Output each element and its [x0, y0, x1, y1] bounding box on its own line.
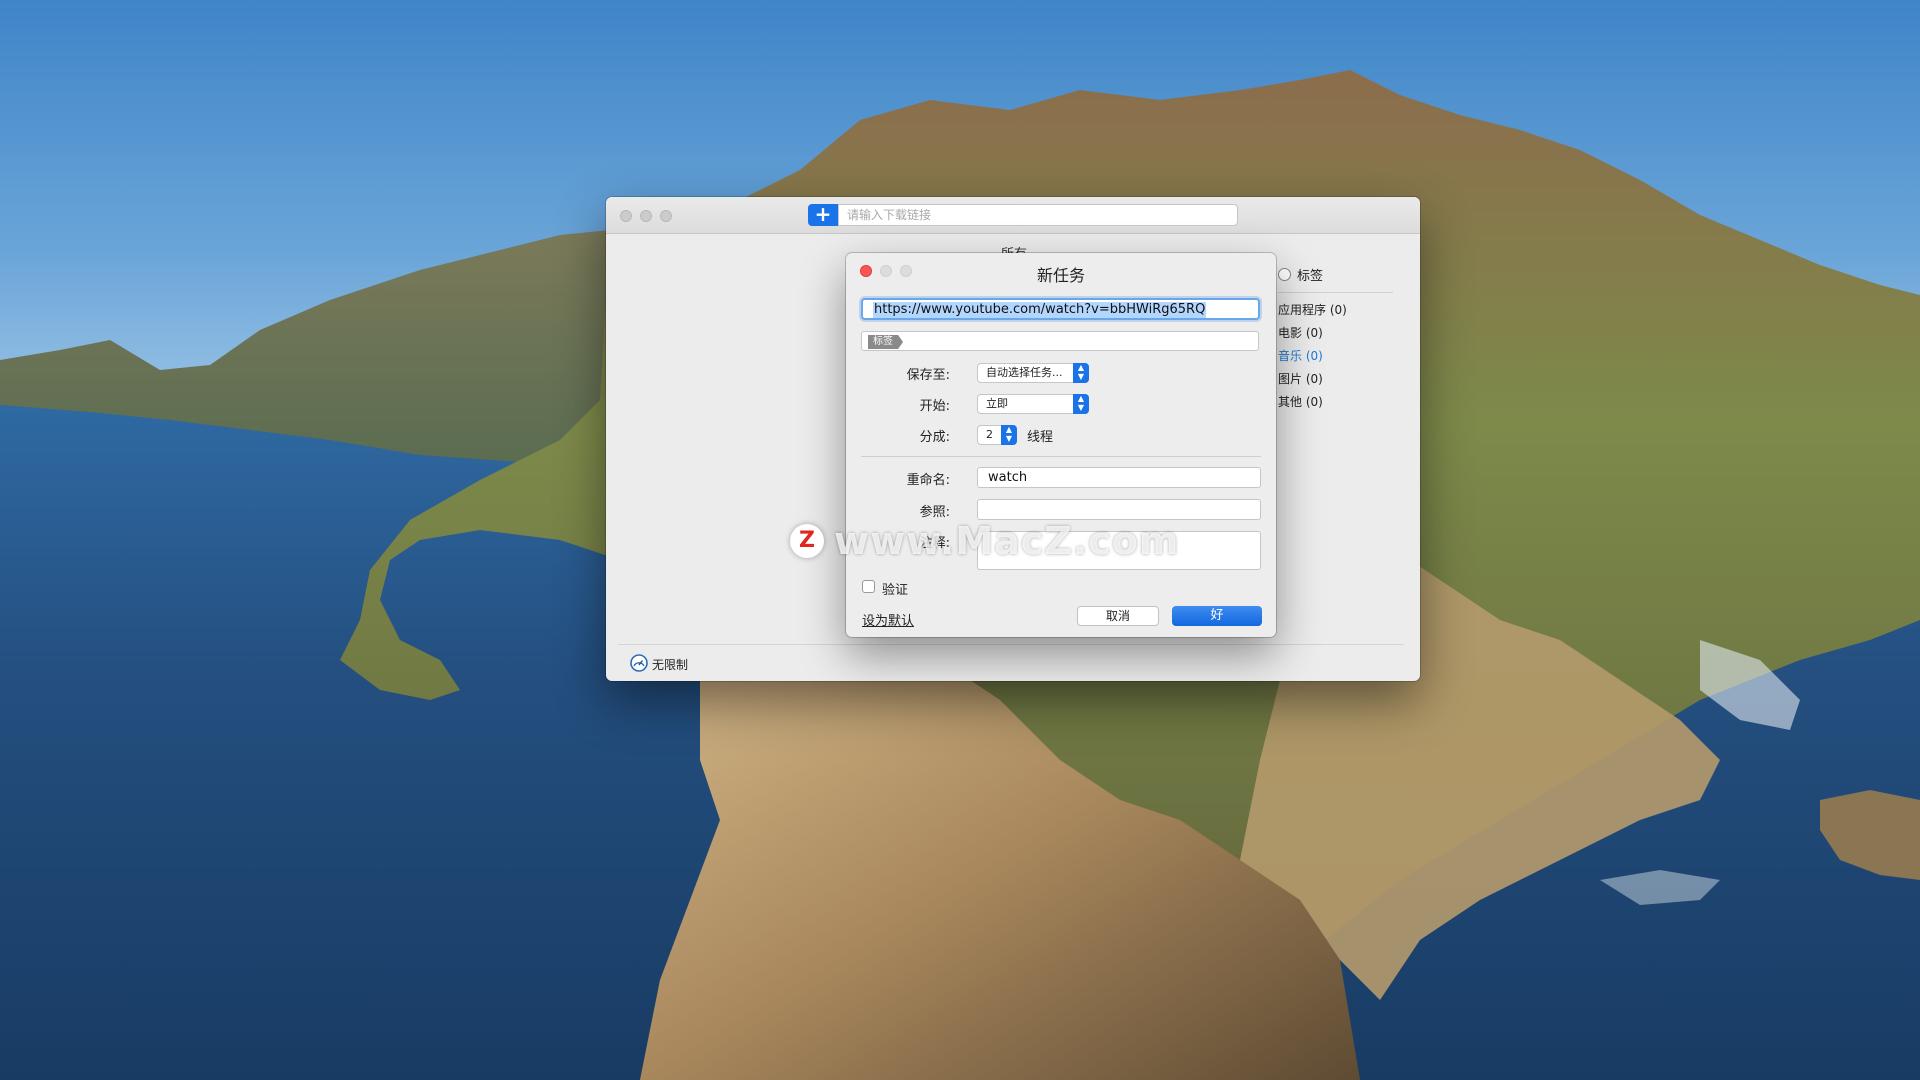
speedometer-icon[interactable] [630, 654, 648, 672]
dialog-titlebar: 新任务 [846, 253, 1276, 289]
minimize-window-icon[interactable] [640, 210, 652, 222]
radio-icon[interactable] [1278, 268, 1291, 281]
tag-chip[interactable]: 标签 [868, 335, 903, 349]
cancel-button[interactable]: 取消 [1077, 606, 1159, 626]
close-window-icon[interactable] [620, 210, 632, 222]
task-url-input[interactable]: https://www.youtube.com/watch?v=bbHWiRg6… [861, 298, 1260, 320]
main-footer: 无限制 [618, 644, 1404, 681]
segments-label: 分成: [919, 430, 950, 445]
plus-icon: + [814, 202, 832, 226]
segments-value: 2 [986, 428, 993, 441]
rename-label: 重命名: [906, 473, 950, 488]
updown-chevron-icon[interactable]: ▲ ▼ [1073, 394, 1089, 414]
speed-limit-label[interactable]: 无限制 [652, 656, 688, 673]
main-titlebar: + 请输入下载链接 [606, 197, 1420, 234]
updown-chevron-icon[interactable]: ▲ ▼ [1073, 363, 1089, 383]
category-header-label: 标签 [1297, 269, 1324, 284]
ok-button[interactable]: 好 [1172, 606, 1262, 626]
category-item-music[interactable]: 音乐 (0) [1278, 345, 1408, 368]
category-panel: 标签 应用程序 (0) 电影 (0) 音乐 (0) 图片 (0) 其他 (0) [1278, 265, 1408, 414]
threads-label: 线程 [1027, 430, 1054, 445]
start-label: 开始: [919, 399, 950, 414]
verify-label[interactable]: 验证 [882, 579, 908, 598]
dialog-title: 新任务 [1036, 266, 1085, 285]
referer-label: 参照: [919, 505, 950, 520]
verify-checkbox[interactable] [862, 580, 875, 593]
category-item-movies[interactable]: 电影 (0) [1278, 322, 1408, 345]
save-to-label: 保存至: [906, 368, 950, 383]
referer-input[interactable] [977, 499, 1261, 520]
set-default-link[interactable]: 设为默认 [862, 610, 914, 629]
watermark-text: www.MacZ.com [834, 519, 1180, 563]
tag-input[interactable]: 标签 [861, 331, 1259, 351]
updown-chevron-icon[interactable]: ▲ ▼ [1001, 425, 1017, 445]
category-header[interactable]: 标签 [1278, 265, 1408, 284]
watermark: Z www.MacZ.com [790, 519, 1180, 563]
add-download-button[interactable]: + [808, 204, 838, 226]
task-url-value: https://www.youtube.com/watch?v=bbHWiRg6… [873, 302, 1207, 318]
start-value: 立即 [986, 397, 1008, 410]
save-to-select[interactable]: 自动选择任务... ▲ ▼ [977, 363, 1089, 383]
save-to-value: 自动选择任务... [986, 366, 1063, 379]
zoom-window-icon[interactable] [660, 210, 672, 222]
category-divider [1278, 292, 1393, 293]
new-task-dialog: 新任务 https://www.youtube.com/watch?v=bbHW… [846, 253, 1276, 637]
category-item-apps[interactable]: 应用程序 (0) [1278, 299, 1408, 322]
category-item-pictures[interactable]: 图片 (0) [1278, 368, 1408, 391]
download-url-input[interactable]: 请输入下载链接 [838, 204, 1238, 226]
watermark-logo-icon: Z [790, 524, 824, 558]
segments-stepper[interactable]: 2 ▲ ▼ [977, 425, 1017, 445]
rename-input[interactable]: watch [977, 467, 1261, 488]
category-item-other[interactable]: 其他 (0) [1278, 391, 1408, 414]
start-select[interactable]: 立即 ▲ ▼ [977, 394, 1089, 414]
form-separator [861, 456, 1261, 457]
